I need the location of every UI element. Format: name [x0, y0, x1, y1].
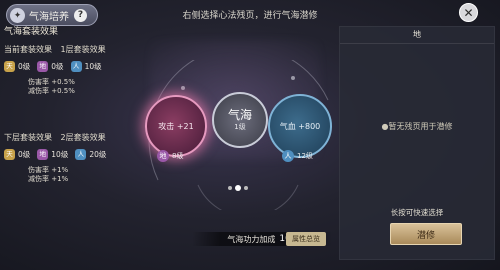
current-stat-damage: 伤害率 +0.5% [28, 78, 75, 86]
current-badges: 天 0级 地 0级 人 10级 [4, 61, 134, 72]
next-effect-label: 下层套装效果 [4, 133, 52, 142]
fragment-panel: 地 ●暂无残页用于潜修 长按可快速选择 潜修 [339, 26, 495, 260]
ren-slot-badge-icon: 人 [282, 150, 294, 162]
ren-level: 10级 [84, 61, 102, 71]
current-stat-reduction: 减伤率 +0.5% [28, 87, 75, 95]
di-slot-level-tag: 地 8级 [157, 150, 183, 162]
qihai-core-level: 1级 [234, 122, 246, 131]
next-level-label: 2层套装效果 [60, 133, 106, 142]
current-effect-label: 当前套装效果 [4, 45, 52, 54]
current-effect-heading: 当前套装效果 1层套装效果 [4, 46, 134, 54]
next-stat-damage: 伤害率 +1% [28, 166, 69, 174]
fragment-panel-header: 地 [340, 27, 494, 44]
tian-level: 0级 [18, 149, 31, 159]
current-level-label: 1层套装效果 [60, 45, 106, 54]
attribute-overview-button[interactable]: 属性总览 [286, 232, 326, 246]
di-badge-icon: 地 [37, 149, 49, 160]
close-button[interactable]: ✕ [459, 3, 478, 22]
page-dot-active[interactable] [235, 185, 241, 191]
ren-slot-level-tag: 人 12级 [282, 150, 313, 162]
tian-level: 0级 [18, 61, 31, 71]
ren-badge-icon: 人 [70, 61, 82, 72]
set-effects-title: 气海套装效果 [4, 27, 59, 37]
long-press-hint: 长按可快速选择 [390, 208, 444, 217]
page-dot[interactable] [244, 186, 248, 190]
di-level: 0级 [51, 61, 64, 71]
tian-badge-icon: 天 [4, 149, 15, 160]
next-stat-reduction: 减伤率 +1% [28, 175, 69, 183]
ren-slot-stat: 气血 +800 [279, 121, 321, 131]
page-dot[interactable] [228, 186, 232, 190]
next-badges: 天 0级 地 10级 人 20级 [4, 149, 134, 160]
instruction-text: 右侧选择心法残页，进行气海潜修 [182, 11, 318, 21]
di-slot-stat: 攻击 +21 [158, 121, 194, 131]
empty-fragments-text: ●暂无残页用于潜修 [381, 122, 453, 131]
page-indicator [228, 185, 248, 191]
di-level: 10级 [51, 149, 69, 159]
power-bonus-label: 气海功力加成 [227, 234, 276, 244]
di-slot-level: 8级 [172, 152, 184, 160]
ren-slot-orb[interactable]: 气血 +800 [268, 94, 332, 158]
next-effect-heading: 下层套装效果 2层套装效果 [4, 134, 134, 142]
di-badge-icon: 地 [37, 61, 49, 72]
ren-badge-icon: 人 [75, 149, 87, 160]
di-slot-orb[interactable]: 攻击 +21 [145, 95, 207, 157]
ren-level: 20级 [89, 149, 107, 159]
tian-badge-icon: 天 [4, 61, 15, 72]
qihai-core-title: 气海 [227, 107, 252, 122]
set-effects-panel: 气海套装效果 当前套装效果 1层套装效果 天 0级 地 0级 人 10级 伤害率… [4, 28, 134, 184]
ren-slot-level: 12级 [297, 152, 313, 160]
di-slot-badge-icon: 地 [157, 150, 169, 162]
qihai-core-orb[interactable]: 气海 1级 [212, 92, 268, 148]
cultivate-button[interactable]: 潜修 [390, 223, 462, 245]
